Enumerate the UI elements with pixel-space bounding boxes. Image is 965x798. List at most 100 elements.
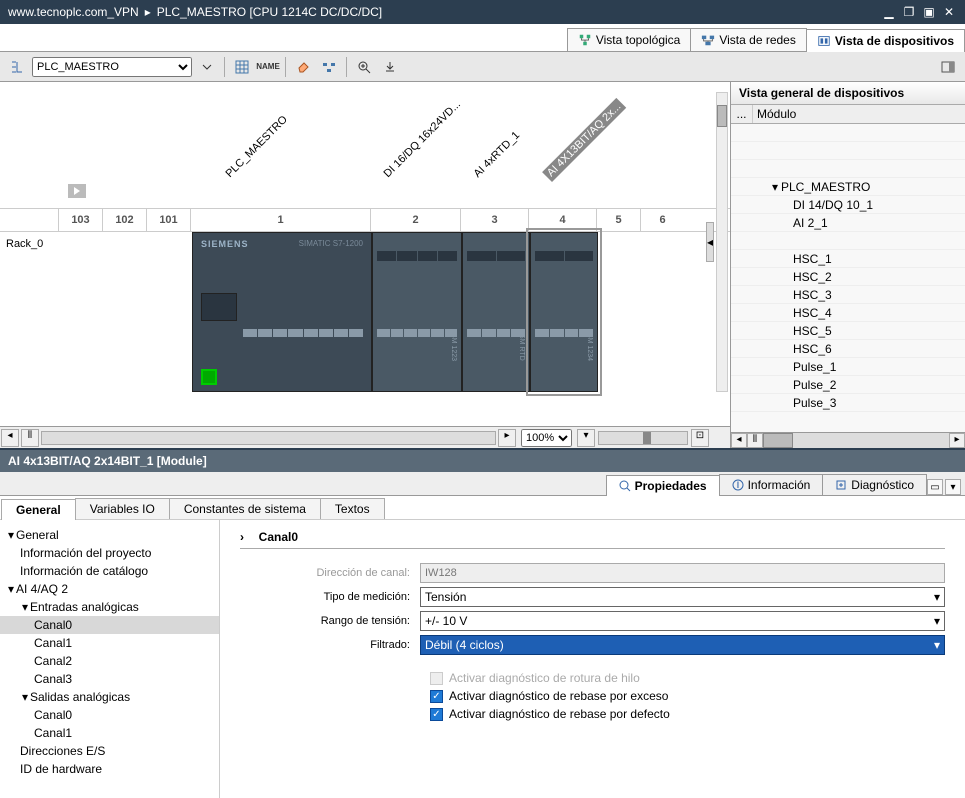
subtab-general[interactable]: General [1,499,76,520]
slot-101[interactable]: 101 [146,209,190,231]
lbl-filter: Filtrado: [240,639,420,651]
checkbox-checked-icon: ✓ [430,708,443,721]
overview-row[interactable]: HSC_4 [731,304,965,322]
toolbar-btn-eraser[interactable] [292,56,314,78]
property-tree[interactable]: ▾GeneralInformación del proyectoInformac… [0,520,220,798]
overview-hscroll[interactable]: ◂ ⦀ ▸ [731,432,965,448]
hscroll-left2[interactable]: ⦀ [21,429,39,447]
module-slot-2[interactable]: SM 1223 [372,232,462,392]
lbl-channel-addr: Dirección de canal: [240,567,420,579]
zoom-slider[interactable] [598,431,688,445]
overview-row[interactable] [731,232,965,250]
device-select[interactable]: PLC_MAESTRO [32,57,192,77]
overview-col-module[interactable]: Módulo [753,105,965,123]
device-canvas[interactable]: PLC_MAESTRO DI 16/DQ 16x24VD... AI 4xRTD… [0,82,730,426]
hscroll-right[interactable]: ▸ [498,429,516,447]
toolbar-btn-layout[interactable] [318,56,340,78]
select-measure-type[interactable]: Tensión▾ [420,587,945,607]
tree-node[interactable]: Canal0 [0,706,219,724]
tab-network-view[interactable]: Vista de redes [690,28,807,51]
subtab-texts[interactable]: Textos [320,498,385,519]
overview-row[interactable]: HSC_3 [731,286,965,304]
slot-5[interactable]: 5 [596,209,640,231]
inspector-layout-btn2[interactable]: ▾ [945,479,961,495]
subtab-variables[interactable]: Variables IO [75,498,170,519]
tab-topology-label: Vista topológica [596,33,681,47]
maximize-button[interactable]: ▣ [921,4,937,20]
tree-node[interactable]: Canal2 [0,652,219,670]
slot-1[interactable]: 1 [190,209,370,231]
module-slot-3[interactable]: SM RTD [462,232,530,392]
tree-node[interactable]: ▾Entradas analógicas [0,598,219,616]
tab-properties-label: Propiedades [635,479,707,493]
restore-button[interactable]: ❐ [901,4,917,20]
slot-102[interactable]: 102 [102,209,146,231]
inspector-layout-btn1[interactable]: ▭ [927,479,943,495]
toolbar-btn-1[interactable] [6,56,28,78]
tree-node[interactable]: Información del proyecto [0,544,219,562]
slot-103[interactable]: 103 [58,209,102,231]
overview-row[interactable]: Pulse_2 [731,376,965,394]
zoom-select[interactable]: 100% [521,429,572,447]
subtab-constants[interactable]: Constantes de sistema [169,498,321,519]
canvas-vscroll[interactable] [716,92,728,392]
panel-collapse-handle[interactable]: ◂ [706,222,714,262]
toolbar-btn-zoom[interactable] [353,56,375,78]
tree-node[interactable]: ▾General [0,526,219,544]
device-select-arrow[interactable] [196,56,218,78]
slot-6[interactable]: 6 [640,209,684,231]
tab-properties[interactable]: Propiedades [606,475,720,496]
tree-node[interactable]: ▾Salidas analógicas [0,688,219,706]
tree-node[interactable]: Direcciones E/S [0,742,219,760]
slot-2[interactable]: 2 [370,209,460,231]
plc-cpu-module[interactable]: SIEMENS SIMATIC S7-1200 [192,232,372,392]
tab-device-view[interactable]: Vista de dispositivos [806,29,965,52]
network-icon [701,33,715,47]
select-voltage-range[interactable]: +/- 10 V▾ [420,611,945,631]
tab-diagnostics[interactable]: Diagnóstico [822,474,927,495]
section-arrow[interactable]: › [240,530,252,544]
overview-row[interactable]: Pulse_3 [731,394,965,412]
minimize-button[interactable]: ▁ [881,4,897,20]
overview-row[interactable]: DI 14/DQ 10_1 [731,196,965,214]
overview-body[interactable]: ▾PLC_MAESTRODI 14/DQ 10_1AI 2_1HSC_1HSC_… [731,124,965,432]
slot-4[interactable]: 4 [528,209,596,231]
toolbar-btn-grid[interactable] [231,56,253,78]
cpu-port-selected[interactable] [201,369,217,385]
overview-row[interactable]: Pulse_1 [731,358,965,376]
overview-row[interactable]: HSC_6 [731,340,965,358]
checkbox-overflow[interactable]: ✓ Activar diagnóstico de rebase por exce… [430,689,945,703]
checkbox-underflow[interactable]: ✓ Activar diagnóstico de rebase por defe… [430,707,945,721]
toolbar-btn-save[interactable] [379,56,401,78]
hscroll-left[interactable]: ◂ [1,429,19,447]
overview-row[interactable]: HSC_5 [731,322,965,340]
tab-info[interactable]: i Información [719,474,824,495]
zoom-fit[interactable]: ⊡ [691,429,709,447]
ov-scroll-left2[interactable]: ⦀ [747,433,763,448]
ov-scroll-left[interactable]: ◂ [731,433,747,448]
overview-row[interactable]: AI 2_1 [731,214,965,232]
slot-3[interactable]: 3 [460,209,528,231]
tab-topology-view[interactable]: Vista topológica [567,28,692,51]
close-button[interactable]: ✕ [941,4,957,20]
tree-node[interactable]: Canal1 [0,724,219,742]
tree-node[interactable]: Canal3 [0,670,219,688]
play-button[interactable] [68,184,86,198]
overview-row[interactable]: HSC_2 [731,268,965,286]
toolbar-btn-panel[interactable] [937,56,959,78]
overview-row[interactable]: ▾PLC_MAESTRO [731,178,965,196]
tree-node[interactable]: ▾AI 4/AQ 2 [0,580,219,598]
tree-node[interactable]: Información de catálogo [0,562,219,580]
module-slot-4-selected[interactable]: SM 1234 [530,232,598,392]
tree-node[interactable]: ID de hardware [0,760,219,778]
zoom-dropdown[interactable]: ▾ [577,429,595,447]
toolbar-btn-name[interactable]: NAME [257,56,279,78]
select-filter[interactable]: Débil (4 ciclos)▾ [420,635,945,655]
overview-col-expand[interactable]: ... [731,105,753,123]
hscroll-track[interactable] [41,431,496,445]
tree-node[interactable]: Canal1 [0,634,219,652]
overview-row[interactable]: HSC_1 [731,250,965,268]
tree-node[interactable]: Canal0 [0,616,219,634]
expander-icon[interactable]: ▾ [769,180,781,194]
ov-scroll-right[interactable]: ▸ [949,433,965,448]
